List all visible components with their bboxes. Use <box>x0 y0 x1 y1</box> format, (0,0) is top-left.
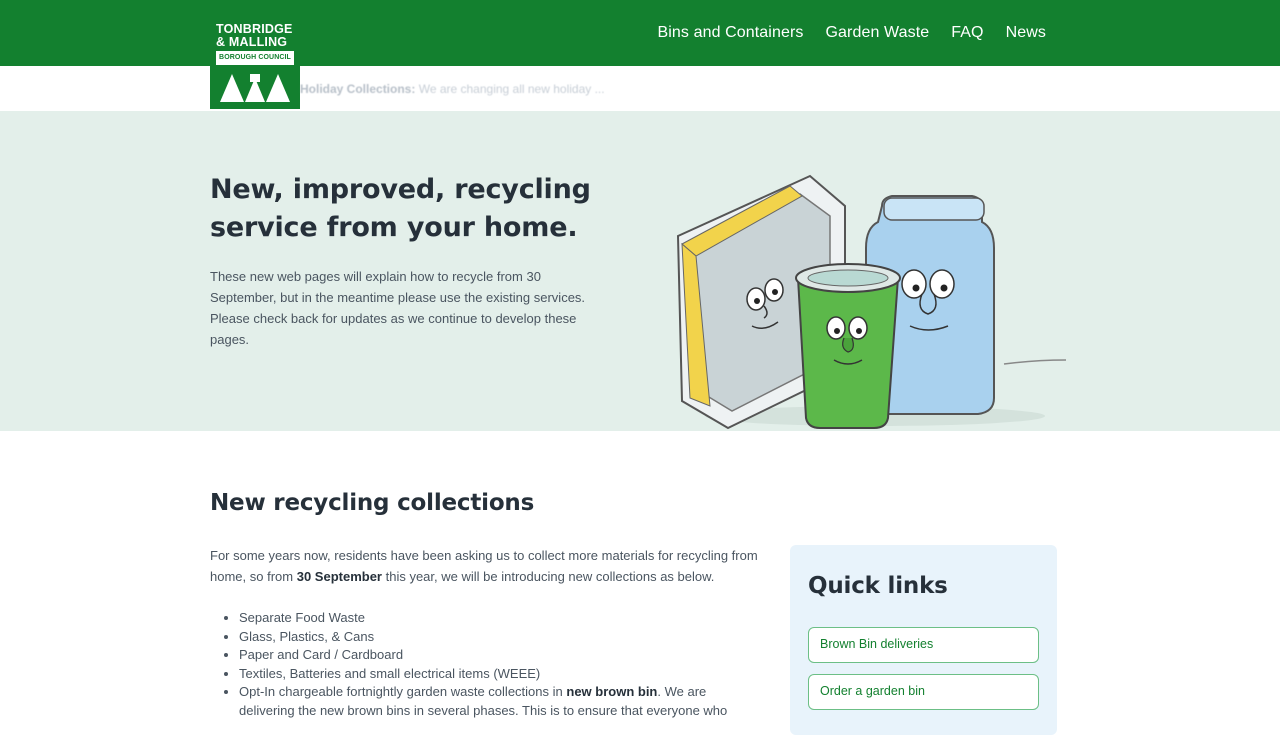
list-item: Opt-In chargeable fortnightly garden was… <box>239 683 759 720</box>
alert-banner[interactable]: Holiday Collections: We are changing all… <box>300 82 605 98</box>
logo-line-2: & MALLING <box>216 35 288 49</box>
main-nav: Bins and Containers Garden Waste FAQ New… <box>658 0 1047 66</box>
hero-section: New, improved, recycling service from yo… <box>0 111 1280 431</box>
council-logo[interactable]: TONBRIDGE & MALLING BOROUGH COUNCIL <box>210 20 300 109</box>
brown-bin-deliveries-link[interactable]: Brown Bin deliveries <box>808 627 1039 663</box>
yogurt-pot-character <box>795 263 901 429</box>
alert-label: Holiday Collections: <box>300 82 416 96</box>
nav-garden-waste[interactable]: Garden Waste <box>826 24 930 42</box>
logo-band: BOROUGH COUNCIL <box>216 51 294 65</box>
list-item: Textiles, Batteries and small electrical… <box>239 665 759 684</box>
hero-title: New, improved, recycling service from yo… <box>210 174 591 243</box>
nav-bins-and-containers[interactable]: Bins and Containers <box>658 24 804 42</box>
order-garden-bin-link[interactable]: Order a garden bin <box>808 674 1039 710</box>
list-item: Separate Food Waste <box>239 609 759 628</box>
hero-body: These new web pages will explain how to … <box>210 269 586 347</box>
intro-after: this year, we will be introducing new co… <box>385 569 715 584</box>
intro-date: 30 September <box>296 569 382 584</box>
list-item: Glass, Plastics, & Cans <box>239 628 759 647</box>
quick-links-panel: Quick links Brown Bin deliveries Order a… <box>790 545 1057 735</box>
section-intro: For some years now, residents have been … <box>210 545 775 587</box>
quick-links-title: Quick links <box>808 573 948 599</box>
nav-faq[interactable]: FAQ <box>951 24 983 42</box>
list-item: Paper and Card / Cardboard <box>239 646 759 665</box>
alert-text: We are changing all new holiday ... <box>418 82 605 96</box>
nav-news[interactable]: News <box>1006 24 1046 42</box>
recycling-characters-illustration <box>676 174 1067 430</box>
section-title: New recycling collections <box>210 490 535 516</box>
top-nav-bar: Bins and Containers Garden Waste FAQ New… <box>0 0 1280 66</box>
item5-before: Opt-In chargeable fortnightly garden was… <box>239 684 563 699</box>
logo-emblem-icon <box>216 68 294 104</box>
item5-bold: new brown bin <box>566 684 658 699</box>
collections-list: Separate Food Waste Glass, Plastics, & C… <box>239 609 759 720</box>
